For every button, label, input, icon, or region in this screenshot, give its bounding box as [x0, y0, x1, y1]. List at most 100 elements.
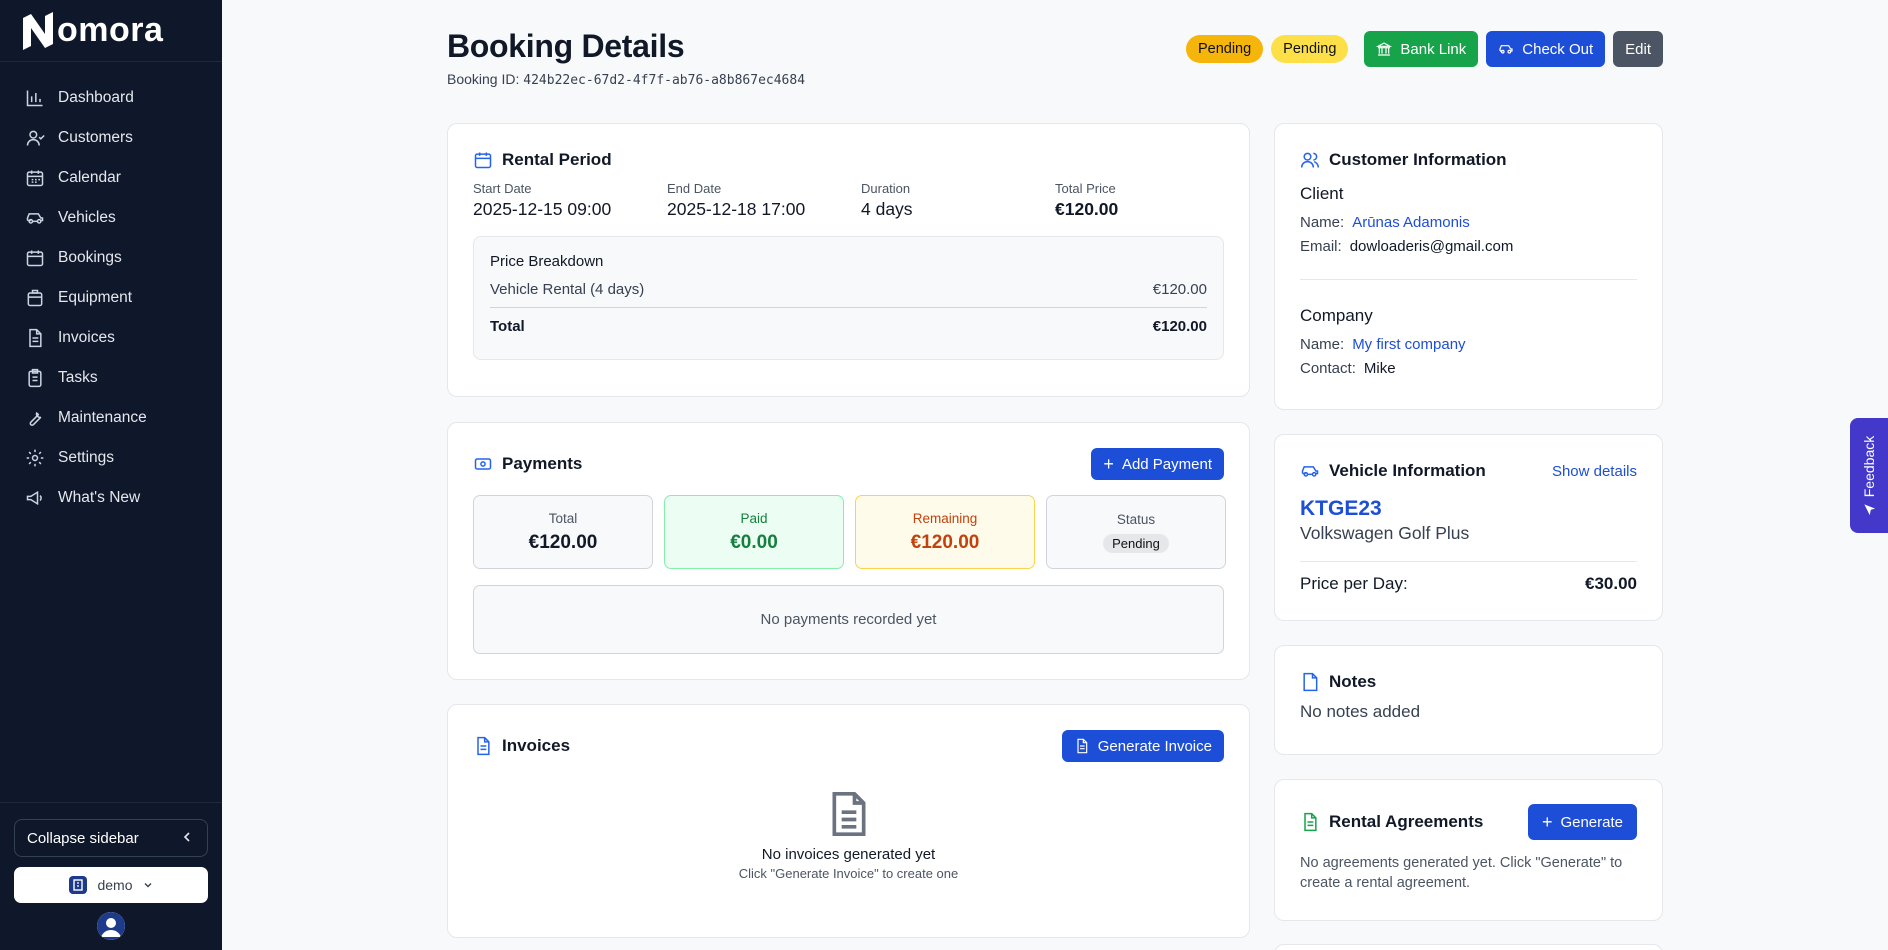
- workspace-switcher[interactable]: demo: [14, 867, 208, 903]
- megaphone-icon: [26, 490, 42, 506]
- stat-remaining: Remaining €120.00: [855, 495, 1035, 569]
- building-icon: [69, 876, 88, 894]
- sidebar-item-whats-new[interactable]: What's New: [0, 478, 222, 518]
- check-out-button[interactable]: Check Out: [1486, 31, 1606, 67]
- feedback-label: Feedback: [1861, 435, 1878, 497]
- stat-value: €120.00: [528, 531, 598, 553]
- status-badge: Pending: [1103, 533, 1169, 553]
- vehicle-information-card: Vehicle Information Show details KTGE23 …: [1274, 434, 1663, 621]
- breakdown-value: €120.00: [1152, 318, 1207, 335]
- generate-invoice-button[interactable]: Generate Invoice: [1061, 730, 1224, 762]
- sidebar-item-bookings[interactable]: Bookings: [0, 238, 222, 278]
- divider: [1300, 279, 1637, 280]
- show-details-link[interactable]: Show details: [1552, 463, 1637, 480]
- agreements-header: Rental Agreements + Generate: [1300, 804, 1637, 840]
- sidebar-item-settings[interactable]: Settings: [0, 438, 222, 478]
- stat-value: €0.00: [730, 531, 778, 553]
- field-label: Start Date: [473, 181, 532, 196]
- sidebar-item-label: Maintenance: [58, 409, 147, 426]
- company-name-key: Name:: [1300, 336, 1345, 353]
- field-value: €120.00: [1055, 199, 1119, 219]
- client-email-key: Email:: [1300, 238, 1342, 255]
- breakdown-label: Vehicle Rental (4 days): [490, 280, 645, 298]
- company-name-link[interactable]: My first company: [1352, 336, 1465, 353]
- user-avatar[interactable]: [97, 912, 125, 940]
- rental-period-title: Rental Period: [502, 150, 612, 169]
- add-payment-label: Add Payment: [1121, 455, 1212, 473]
- field-value: 4 days: [861, 199, 913, 219]
- stat-total: Total €120.00: [473, 495, 653, 569]
- sidebar-item-invoices[interactable]: Invoices: [0, 318, 222, 358]
- customer-title: Customer Information: [1329, 150, 1507, 169]
- vehicle-header: Vehicle Information Show details: [1300, 461, 1637, 481]
- breakdown-label: Total: [490, 318, 525, 335]
- sidebar: omora Dashboard Customers Calendar Vehic…: [0, 0, 222, 950]
- sidebar-item-tasks[interactable]: Tasks: [0, 358, 222, 398]
- sidebar-item-label: Customers: [58, 129, 133, 146]
- status-badge: Pending: [1185, 35, 1264, 63]
- sidebar-item-calendar[interactable]: Calendar: [0, 158, 222, 198]
- company-section-label: Company: [1300, 306, 1373, 325]
- payments-header: Payments + Add Payment: [473, 448, 1224, 480]
- sidebar-item-customers[interactable]: Customers: [0, 118, 222, 158]
- field-label: Duration: [861, 181, 911, 196]
- payments-empty-state: No payments recorded yet: [473, 585, 1224, 654]
- card-title: Rental Agreements: [1300, 812, 1483, 832]
- stat-paid: Paid €0.00: [664, 495, 844, 569]
- box-icon: [27, 289, 43, 307]
- sidebar-item-dashboard[interactable]: Dashboard: [0, 78, 222, 118]
- sidebar-item-label: Invoices: [58, 329, 115, 346]
- empty-title: No invoices generated yet: [761, 846, 936, 863]
- start-date-field: Start Date 2025-12-15 09:00: [473, 181, 667, 220]
- add-payment-button[interactable]: + Add Payment: [1091, 448, 1224, 480]
- chevron-down-icon: [143, 877, 153, 893]
- client-name-link[interactable]: Arūnas Adamonis: [1352, 214, 1470, 231]
- car-icon: [1499, 45, 1513, 54]
- client-name-key: Name:: [1300, 214, 1345, 231]
- app-logo[interactable]: omora: [0, 0, 222, 62]
- sidebar-item-label: Settings: [58, 449, 115, 466]
- bank-link-button[interactable]: Bank Link: [1364, 31, 1479, 67]
- vehicle-model: Volkswagen Golf Plus: [1300, 523, 1470, 543]
- card-title: Notes: [1300, 672, 1637, 692]
- next-card-partial: [1274, 944, 1663, 950]
- price-per-day-row: Price per Day: €30.00: [1300, 561, 1637, 594]
- field-value: 2025-12-18 17:00: [667, 199, 806, 219]
- price-per-day-value: €30.00: [1585, 574, 1637, 593]
- document-icon: [832, 792, 865, 836]
- collapse-sidebar-button[interactable]: Collapse sidebar: [14, 819, 208, 857]
- workspace-name: demo: [97, 877, 133, 893]
- note-icon: [1303, 672, 1318, 692]
- rental-period-fields: Start Date 2025-12-15 09:00 End Date 202…: [473, 181, 1224, 220]
- field-label: Total Price: [1055, 181, 1116, 196]
- field-value: 2025-12-15 09:00: [473, 199, 612, 219]
- chevron-left-icon: [181, 830, 193, 847]
- field-label: End Date: [667, 181, 722, 196]
- money-icon: [474, 458, 492, 470]
- car-icon: [1301, 466, 1319, 477]
- client-email-row: Email: dowloaderis@gmail.com: [1300, 238, 1637, 255]
- payments-title: Payments: [502, 454, 583, 473]
- sidebar-item-vehicles[interactable]: Vehicles: [0, 198, 222, 238]
- calendar-check-icon: [26, 250, 44, 267]
- sidebar-item-label: Bookings: [58, 249, 122, 266]
- invoices-empty-state: No invoices generated yet Click "Generat…: [473, 790, 1224, 881]
- client-name-row: Name: Arūnas Adamonis: [1300, 214, 1637, 231]
- edit-button[interactable]: Edit: [1613, 31, 1663, 67]
- file-icon: [1077, 738, 1088, 754]
- feedback-tab[interactable]: Feedback: [1850, 418, 1888, 533]
- file-text-icon: [1304, 812, 1317, 832]
- stat-label: Total: [548, 510, 578, 526]
- end-date-field: End Date 2025-12-18 17:00: [667, 181, 861, 220]
- sidebar-nav: Dashboard Customers Calendar Vehicles Bo…: [0, 62, 222, 518]
- generate-agreement-button[interactable]: + Generate: [1527, 804, 1637, 840]
- bar-chart-icon: [26, 90, 43, 107]
- page-header: Booking Details Booking ID: 424b22ec-67d…: [447, 28, 1663, 92]
- sidebar-item-equipment[interactable]: Equipment: [0, 278, 222, 318]
- sidebar-item-maintenance[interactable]: Maintenance: [0, 398, 222, 438]
- vehicle-plate-link[interactable]: KTGE23: [1300, 497, 1637, 521]
- users-icon: [1300, 152, 1320, 168]
- card-title: Customer Information: [1300, 150, 1637, 170]
- booking-id-value: 424b22ec-67d2-4f7f-ab76-a8b867ec4684: [523, 73, 806, 88]
- notes-empty-text: No notes added: [1300, 702, 1421, 721]
